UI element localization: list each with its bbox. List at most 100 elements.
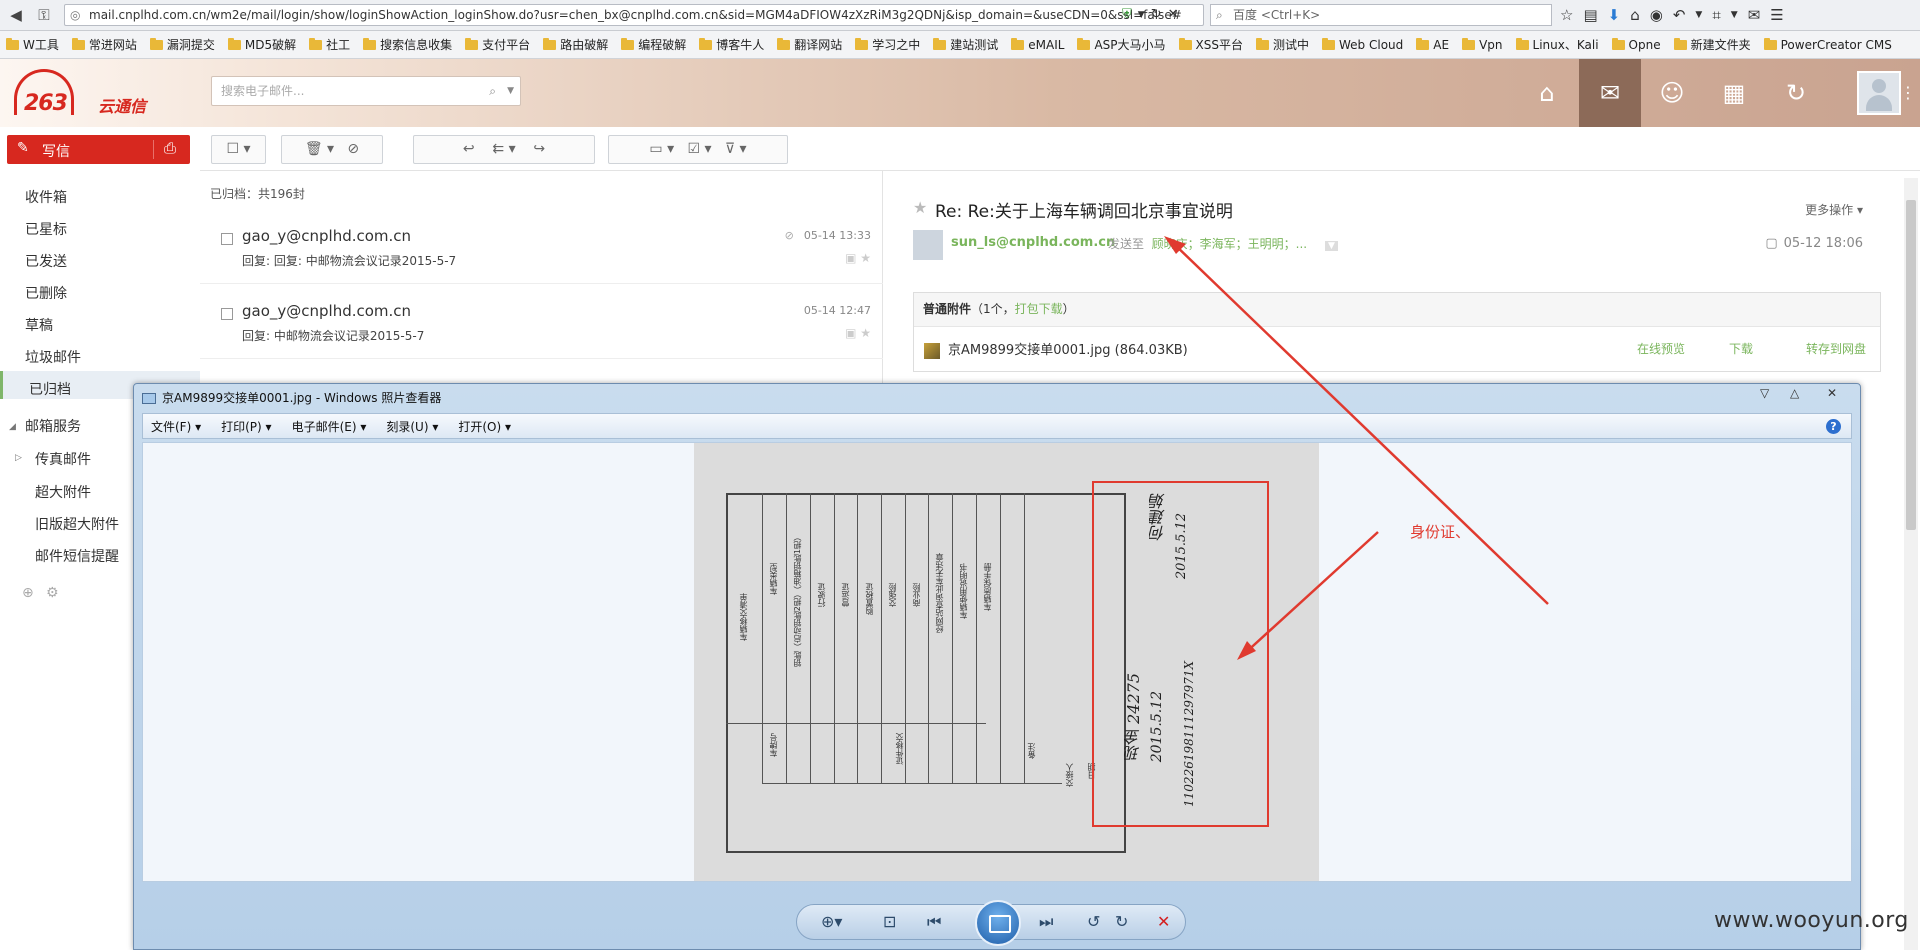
expand-recipients-icon[interactable]: ▼ xyxy=(1324,241,1338,251)
folder-archived[interactable]: 已归档 xyxy=(29,379,71,399)
comment-icon[interactable]: ✉ xyxy=(1748,4,1761,26)
inbox-receive-icon[interactable]: ⎙ xyxy=(164,139,176,157)
zoom-icon[interactable]: ⊕▾ xyxy=(821,912,842,931)
more-vertical-icon[interactable]: ⋮ xyxy=(1898,59,1918,127)
chat-icon[interactable]: ◉ xyxy=(1650,4,1663,26)
scrollbar[interactable] xyxy=(1904,178,1918,950)
attachment-file[interactable]: 京AM9899交接单0001.jpg (864.03KB) xyxy=(924,339,1188,359)
folder-starred[interactable]: 已星标 xyxy=(25,219,67,239)
bookmark-item[interactable]: 测试中 xyxy=(1256,36,1309,53)
search-icon[interactable]: ⌕ xyxy=(489,77,496,105)
bookmark-item[interactable]: 支付平台 xyxy=(465,36,530,53)
url-field[interactable]: ◎ mail.cnplhd.com.cn/wm2e/mail/login/sho… xyxy=(64,4,1204,26)
hamburger-menu-icon[interactable]: ☰ xyxy=(1770,4,1783,26)
bookmark-item[interactable]: Opne xyxy=(1611,37,1661,52)
bookmark-item[interactable]: ASP大马小马 xyxy=(1077,36,1166,53)
preview-link[interactable]: 在线预览 xyxy=(1637,340,1685,357)
bookmark-item[interactable]: 新建文件夹 xyxy=(1673,36,1751,53)
folder-sent[interactable]: 已发送 xyxy=(25,251,67,271)
viewer-menu-item[interactable]: 电子邮件(E) ▾ xyxy=(292,418,367,435)
minimize-icon[interactable]: ▽ xyxy=(1760,386,1769,400)
mail-search-input[interactable]: 搜索电子邮件... ⌕ ▼ xyxy=(211,76,521,106)
stop-icon[interactable]: ✕ xyxy=(1168,4,1179,26)
folder-drafts[interactable]: 草稿 xyxy=(25,315,53,335)
service-old-large-attachment[interactable]: 旧版超大附件 xyxy=(35,514,119,534)
viewer-menu-item[interactable]: 打开(O) ▾ xyxy=(458,418,511,435)
viewer-menu-item[interactable]: 打印(P) ▾ xyxy=(221,418,271,435)
bookmark-item[interactable]: 博客牛人 xyxy=(699,36,764,53)
bookmark-item[interactable]: 路由破解 xyxy=(543,36,608,53)
expand-icon[interactable]: ▷ xyxy=(15,453,22,463)
menu-dropdown-icon[interactable]: ▼ xyxy=(1695,4,1702,26)
maximize-icon[interactable]: △ xyxy=(1790,386,1799,400)
shield-icon[interactable]: ⛨ xyxy=(1122,4,1132,26)
avatar[interactable] xyxy=(1857,71,1901,115)
folder-spam[interactable]: 垃圾邮件 xyxy=(25,347,81,367)
collapse-icon[interactable]: ◢ xyxy=(9,422,16,432)
dropdown-icon[interactable]: ▼ xyxy=(1138,4,1145,26)
row-checkbox[interactable] xyxy=(221,308,233,320)
actual-size-icon[interactable]: ⊡ xyxy=(883,912,896,931)
bookmark-item[interactable]: AE xyxy=(1416,37,1449,52)
rotate-right-icon[interactable]: ↻ xyxy=(1115,912,1128,931)
calendar-nav-icon[interactable]: ▦ xyxy=(1703,59,1765,127)
download-icon[interactable]: ⬇ xyxy=(1608,4,1621,26)
reload-icon[interactable]: ↻ xyxy=(1151,4,1162,26)
key-icon[interactable]: ⚿ xyxy=(32,4,56,26)
reply-forward-group[interactable]: ↩ ⇇ ▾ ↪ xyxy=(413,135,595,164)
settings-icon[interactable]: ⚙ xyxy=(46,585,59,601)
slideshow-button[interactable] xyxy=(975,900,1021,946)
viewer-menu-item[interactable]: 刻录(U) ▾ xyxy=(386,418,438,435)
logo[interactable]: 263 云通信 xyxy=(14,69,164,117)
download-link[interactable]: 下载 xyxy=(1729,340,1753,357)
close-icon[interactable]: ✕ xyxy=(1827,386,1837,400)
home-nav-icon[interactable]: ⌂ xyxy=(1516,59,1578,127)
sender-address[interactable]: sun_ls@cnplhd.com.cn xyxy=(951,235,1115,250)
reading-list-icon[interactable]: ▤ xyxy=(1583,4,1597,26)
bookmark-item[interactable]: 编程破解 xyxy=(621,36,686,53)
bookmark-item[interactable]: 建站测试 xyxy=(933,36,998,53)
home-icon[interactable]: ⌂ xyxy=(1630,4,1640,26)
menu-dropdown-icon-2[interactable]: ▼ xyxy=(1731,4,1738,26)
bookmark-item[interactable]: PowerCreator CMS xyxy=(1763,37,1892,52)
bookmark-item[interactable]: 社工 xyxy=(309,36,350,53)
row-icons[interactable]: ▣ ★ xyxy=(845,251,871,265)
viewer-menu-item[interactable]: 文件(F) ▾ xyxy=(151,418,201,435)
back-icon[interactable]: ◀ xyxy=(4,4,28,26)
move-mark-filter-group[interactable]: ▭ ▾ ☑ ▾ ⊽ ▾ xyxy=(608,135,788,164)
chevron-down-icon[interactable]: ▼ xyxy=(507,77,514,105)
service-fax[interactable]: 传真邮件 xyxy=(35,449,91,469)
bookmark-item[interactable]: 漏洞提交 xyxy=(149,36,215,53)
bookmark-item[interactable]: Linux、Kali xyxy=(1515,36,1599,53)
sync-nav-icon[interactable]: ↻ xyxy=(1765,59,1827,127)
more-actions-button[interactable]: 更多操作 ▾ xyxy=(1805,201,1863,218)
mail-nav-icon[interactable]: ✉ xyxy=(1579,59,1641,127)
bookmark-item[interactable]: eMAIL xyxy=(1011,37,1064,52)
help-icon[interactable]: ? xyxy=(1826,419,1841,434)
bookmark-item[interactable]: W工具 xyxy=(6,36,59,53)
bookmark-item[interactable]: Vpn xyxy=(1462,37,1503,52)
service-large-attachment[interactable]: 超大附件 xyxy=(35,482,91,502)
next-icon[interactable]: ⏭ xyxy=(1039,912,1053,932)
table-row[interactable]: gao_y@cnplhd.com.cn 回复: 回复: 中邮物流会议记录2015… xyxy=(200,209,883,284)
add-folder-icon[interactable]: ⊕ xyxy=(22,585,34,601)
crop-icon[interactable]: ⌗ xyxy=(1712,4,1720,26)
row-icons[interactable]: ▣ ★ xyxy=(845,326,871,340)
save-cloud-link[interactable]: 转存到网盘 xyxy=(1806,340,1866,357)
star-icon[interactable]: ★ xyxy=(913,198,927,217)
services-header[interactable]: 邮箱服务 xyxy=(25,416,81,436)
previous-icon[interactable]: ⏮ xyxy=(927,912,941,932)
download-all-link[interactable]: 打包下载 xyxy=(1015,302,1063,316)
bookmark-item[interactable]: Web Cloud xyxy=(1322,37,1403,52)
contacts-nav-icon[interactable]: ☺ xyxy=(1641,59,1703,127)
bookmark-item[interactable]: XSS平台 xyxy=(1178,36,1243,53)
rotate-left-icon[interactable]: ↺ xyxy=(1087,912,1100,931)
folder-inbox[interactable]: 收件箱 xyxy=(25,187,67,207)
browser-search-input[interactable]: ⌕ 百度 <Ctrl+K> xyxy=(1210,4,1552,26)
bookmark-item[interactable]: 搜索信息收集 xyxy=(363,36,452,53)
service-sms-reminder[interactable]: 邮件短信提醒 xyxy=(35,546,119,566)
bookmark-item[interactable]: 学习之中 xyxy=(855,36,920,53)
bookmark-item[interactable]: 常进网站 xyxy=(71,36,137,53)
select-checkbox-button[interactable]: ☐ ▾ xyxy=(211,135,266,164)
bookmark-item[interactable]: 翻译网站 xyxy=(777,36,842,53)
